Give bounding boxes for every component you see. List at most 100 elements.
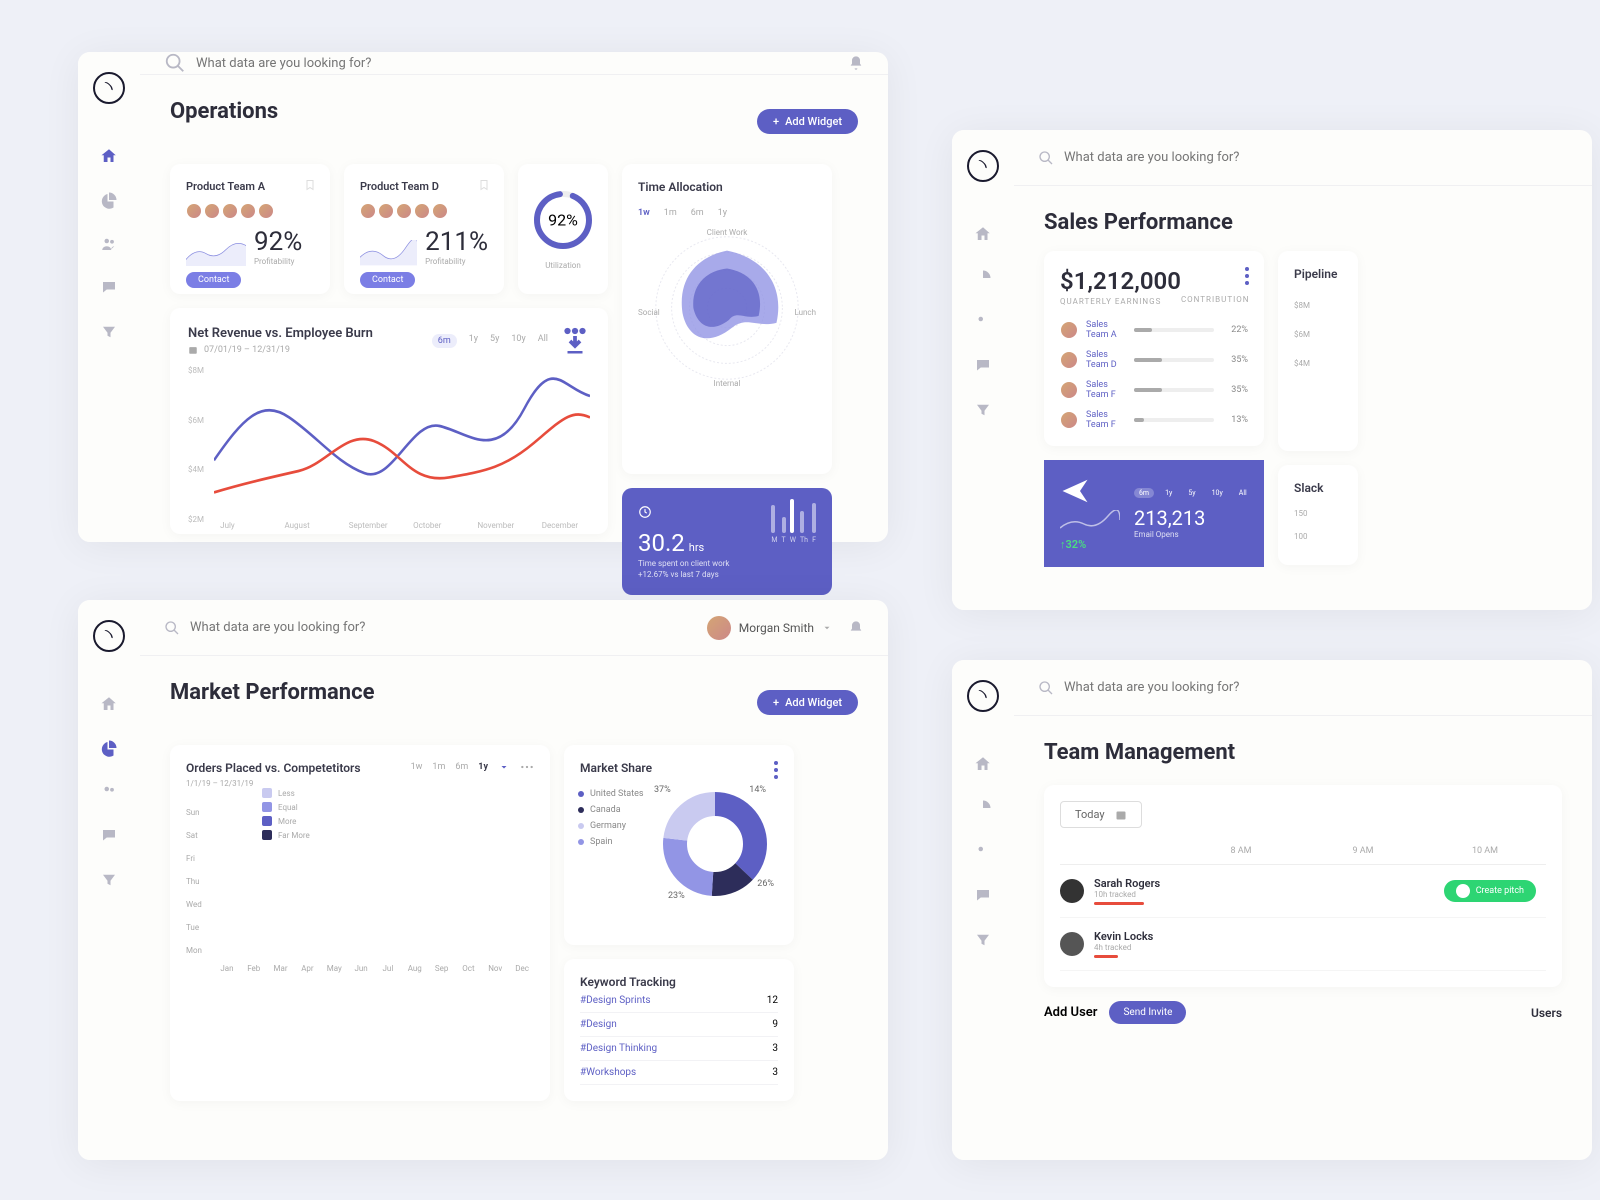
- bookmark-icon[interactable]: [304, 178, 316, 192]
- pipeline-card: Pipeline $8M $6M $4M: [1278, 251, 1358, 451]
- user-chip[interactable]: Morgan Smith: [707, 616, 832, 640]
- team-icon[interactable]: [973, 842, 993, 862]
- more-icon[interactable]: [774, 761, 778, 779]
- hours-bars: M T W Th F: [771, 504, 816, 544]
- email-label: Email Opens: [1134, 530, 1252, 539]
- earnings-card: $1,212,000 QUARTERLY EARNINGS CONTRIBUTI…: [1044, 251, 1264, 446]
- filter-icon[interactable]: [973, 930, 993, 950]
- more-icon[interactable]: [1245, 267, 1249, 285]
- bell-icon[interactable]: [848, 620, 864, 636]
- profitability-label: Profitability: [425, 257, 488, 266]
- logo-icon[interactable]: [967, 680, 999, 712]
- send-invite-button[interactable]: Send Invite: [1109, 1001, 1186, 1024]
- more-icon[interactable]: [520, 765, 534, 769]
- pie-icon[interactable]: [973, 268, 993, 288]
- topbar: [140, 52, 888, 75]
- schedule-card: Today 8 AM 9 AM 10 AM Sarah Rogers 10h t…: [1044, 785, 1562, 987]
- home-icon[interactable]: [973, 224, 993, 244]
- home-icon[interactable]: [99, 146, 119, 166]
- settings-icon[interactable]: [802, 180, 816, 194]
- team-row: Sales Team D35%: [1060, 350, 1248, 370]
- heatmap-card: Orders Placed vs. Competetitors 1/1/19 –…: [170, 745, 550, 1101]
- range-tabs[interactable]: 6m1y5y10yAll: [432, 334, 548, 348]
- hours-card: 30.2 hrs Time spent on client work +12.6…: [622, 488, 832, 595]
- range-tabs[interactable]: 1w1m6m1y: [638, 208, 816, 218]
- send-icon: [1060, 476, 1090, 506]
- pie-icon[interactable]: [99, 190, 119, 210]
- keyword-row[interactable]: #Workshops3: [580, 1061, 778, 1085]
- filter-icon[interactable]: [973, 400, 993, 420]
- sidebar: [952, 130, 1014, 610]
- filter-icon[interactable]: [99, 322, 119, 342]
- pie-chart: 37% 14% 26% 23%: [660, 789, 770, 899]
- team-d-card: Product Team D 211%Profitability Contact: [344, 164, 504, 294]
- users-label: Users: [1531, 1006, 1562, 1020]
- search-input[interactable]: [190, 620, 691, 635]
- today-button[interactable]: Today: [1060, 801, 1142, 828]
- logo-icon[interactable]: [967, 150, 999, 182]
- sidebar: [78, 600, 140, 1160]
- avatar-icon: [1060, 879, 1084, 903]
- contact-badge[interactable]: Contact: [360, 272, 415, 288]
- growth-value: ↑32%: [1060, 538, 1120, 551]
- chevron-down-icon: [822, 623, 832, 633]
- keyword-row[interactable]: #Design Thinking3: [580, 1037, 778, 1061]
- logo-icon[interactable]: [93, 72, 125, 104]
- market-dashboard: Morgan Smith Market Performance +Add Wid…: [78, 600, 888, 1160]
- avatar-group: [186, 203, 314, 219]
- filter-icon[interactable]: [99, 870, 119, 890]
- avatar-icon: [707, 616, 731, 640]
- keyword-title: Keyword Tracking: [580, 975, 778, 989]
- profitability-label: Profitability: [254, 257, 302, 266]
- team-row: Sales Team F13%: [1060, 410, 1248, 430]
- pie-icon[interactable]: [973, 798, 993, 818]
- market-share-card: Market Share United States Canada German…: [564, 745, 794, 945]
- utilization-label: Utilization: [545, 261, 581, 270]
- home-icon[interactable]: [99, 694, 119, 714]
- download-icon[interactable]: [560, 326, 590, 356]
- search-input[interactable]: [1064, 680, 1568, 695]
- add-widget-button[interactable]: +Add Widget: [757, 690, 858, 715]
- range-tabs[interactable]: 1w1m6m1y: [411, 762, 488, 772]
- sparkline-icon: [1060, 510, 1120, 534]
- chat-icon[interactable]: [973, 356, 993, 376]
- download-icon[interactable]: [498, 761, 510, 773]
- revenue-card: Net Revenue vs. Employee Burn 07/01/19 –…: [170, 308, 608, 534]
- search-input[interactable]: [1064, 150, 1568, 165]
- add-widget-button[interactable]: +Add Widget: [757, 109, 858, 134]
- chat-icon[interactable]: [99, 826, 119, 846]
- page-title: Operations: [170, 99, 278, 124]
- bookmark-icon[interactable]: [478, 178, 490, 192]
- logo-icon[interactable]: [93, 620, 125, 652]
- time-allocation-title: Time Allocation: [638, 180, 723, 194]
- calendar-icon: [188, 345, 198, 355]
- hours-delta: +12.67% vs last 7 days: [638, 570, 730, 579]
- topbar: [1014, 660, 1592, 716]
- search-icon: [164, 620, 180, 636]
- keyword-row[interactable]: #Design Sprints12: [580, 989, 778, 1013]
- home-icon[interactable]: [973, 754, 993, 774]
- pie-icon[interactable]: [99, 738, 119, 758]
- member-hours: 4h tracked: [1094, 943, 1194, 952]
- utilization-card: 92% Utilization: [518, 164, 608, 294]
- team-list: Sales Team A22%Sales Team D35%Sales Team…: [1060, 320, 1248, 430]
- member-hours: 10h tracked: [1094, 890, 1194, 899]
- chat-icon[interactable]: [99, 278, 119, 298]
- chat-icon[interactable]: [973, 886, 993, 906]
- donut-chart: 92%: [532, 189, 594, 251]
- keyword-row[interactable]: #Design9: [580, 1013, 778, 1037]
- search-input[interactable]: [196, 56, 832, 71]
- contact-badge[interactable]: Contact: [186, 272, 241, 288]
- revenue-title: Net Revenue vs. Employee Burn: [188, 326, 373, 341]
- slack-card: Slack 150 100: [1278, 465, 1358, 565]
- create-pitch-pill[interactable]: Create pitch: [1444, 880, 1536, 902]
- bell-icon[interactable]: [848, 55, 864, 71]
- heatmap-date: 1/1/19 – 12/31/19: [186, 779, 361, 788]
- utilization-value: 92%: [548, 210, 578, 229]
- sparkline-icon: [186, 240, 246, 266]
- team-icon[interactable]: [973, 312, 993, 332]
- range-tabs[interactable]: 6m1y5y10yAll: [1134, 488, 1252, 498]
- topbar: Morgan Smith: [140, 600, 888, 656]
- team-icon[interactable]: [99, 782, 119, 802]
- team-icon[interactable]: [99, 234, 119, 254]
